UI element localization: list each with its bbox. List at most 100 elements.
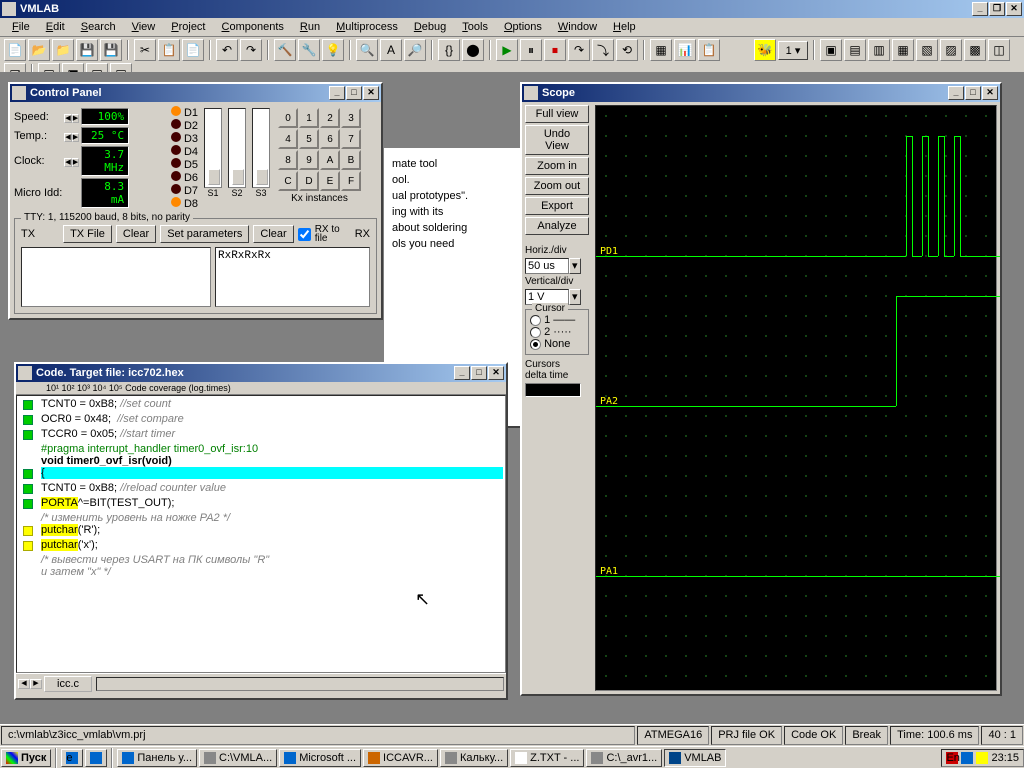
restore-button[interactable]: ❐ <box>989 2 1005 16</box>
cursor2-radio[interactable] <box>530 327 541 338</box>
tb-run[interactable]: ▶ <box>496 39 518 61</box>
menu-tools[interactable]: Tools <box>454 19 496 35</box>
menu-run[interactable]: Run <box>292 19 328 35</box>
tb-v1[interactable]: ▣ <box>820 39 842 61</box>
systray[interactable]: En 23:15 <box>941 749 1024 767</box>
horiz-select[interactable] <box>525 258 569 274</box>
tb-bee[interactable]: 🐝 <box>754 39 776 61</box>
task-1[interactable]: Панель у... <box>117 749 197 767</box>
analyze-button[interactable]: Analyze <box>525 217 589 235</box>
tb-undo[interactable]: ↶ <box>216 39 238 61</box>
rx-textarea[interactable]: RxRxRxRx <box>215 247 370 307</box>
kx-8[interactable]: 8 <box>278 150 298 170</box>
kx-1[interactable]: 1 <box>299 108 319 128</box>
menu-options[interactable]: Options <box>496 19 550 35</box>
tb-messages[interactable]: 📋 <box>698 39 720 61</box>
clock-inc[interactable]: ▶ <box>72 158 79 167</box>
tb-open2[interactable]: 📁 <box>52 39 74 61</box>
task-8[interactable]: VMLAB <box>664 749 726 767</box>
kx-D[interactable]: D <box>299 171 319 191</box>
tb-panel[interactable]: ▦ <box>650 39 672 61</box>
tb-v2[interactable]: ▤ <box>844 39 866 61</box>
rxclear-button[interactable]: Clear <box>253 225 293 243</box>
menu-edit[interactable]: Edit <box>38 19 73 35</box>
code-hscroll[interactable] <box>96 677 504 691</box>
kx-0[interactable]: 0 <box>278 108 298 128</box>
start-button[interactable]: Пуск <box>1 749 51 767</box>
ql-desktop[interactable] <box>85 749 107 767</box>
task-4[interactable]: ICCAVR... <box>363 749 438 767</box>
task-2[interactable]: C:\VMLA... <box>199 749 277 767</box>
txfile-button[interactable]: TX File <box>63 225 112 243</box>
temp-inc[interactable]: ▶ <box>72 133 79 142</box>
tb-build[interactable]: 🔨 <box>274 39 296 61</box>
setparams-button[interactable]: Set parameters <box>160 225 249 243</box>
task-5[interactable]: Кальку... <box>440 749 508 767</box>
tb-goto[interactable]: {} <box>438 39 460 61</box>
menu-help[interactable]: Help <box>605 19 644 35</box>
zoomout-button[interactable]: Zoom out <box>525 177 589 195</box>
menu-window[interactable]: Window <box>550 19 605 35</box>
slider-s3[interactable] <box>252 108 270 188</box>
tb-rebuild[interactable]: 🔧 <box>298 39 320 61</box>
speed-inc[interactable]: ▶ <box>72 114 79 123</box>
rxtofile-checkbox[interactable] <box>298 228 311 241</box>
kx-F[interactable]: F <box>341 171 361 191</box>
tb-v5[interactable]: ▧ <box>916 39 938 61</box>
control-panel-window[interactable]: Control Panel _ □ ✕ Speed: ◀▶ 100% Temp.… <box>8 82 383 320</box>
tray-icon[interactable] <box>961 752 973 764</box>
menu-search[interactable]: Search <box>73 19 124 35</box>
tb-break[interactable]: ⬤ <box>462 39 484 61</box>
scope-max[interactable]: □ <box>965 86 981 100</box>
menu-debug[interactable]: Debug <box>406 19 454 35</box>
tb-scope[interactable]: 📊 <box>674 39 696 61</box>
menu-components[interactable]: Components <box>214 19 292 35</box>
code-close[interactable]: ✕ <box>488 366 504 380</box>
task-7[interactable]: C:\_avr1... <box>586 749 662 767</box>
kx-5[interactable]: 5 <box>299 129 319 149</box>
tb-v8[interactable]: ◫ <box>988 39 1010 61</box>
tb-replace[interactable]: 🔎 <box>404 39 426 61</box>
tb-cut[interactable]: ✂ <box>134 39 156 61</box>
menu-view[interactable]: View <box>124 19 164 35</box>
tray-lang-icon[interactable]: En <box>946 752 958 764</box>
tb-copy[interactable]: 📋 <box>158 39 180 61</box>
undoview-button[interactable]: Undo View <box>525 125 589 155</box>
cp-min[interactable]: _ <box>329 86 345 100</box>
tb-v6[interactable]: ▨ <box>940 39 962 61</box>
kx-2[interactable]: 2 <box>320 108 340 128</box>
tb-pause[interactable]: ⏸ <box>520 39 542 61</box>
scope-window[interactable]: Scope _ □ ✕ Full view Undo View Zoom in … <box>520 82 1002 696</box>
export-button[interactable]: Export <box>525 197 589 215</box>
menu-file[interactable]: File <box>4 19 38 35</box>
tb-find[interactable]: 🔍 <box>356 39 378 61</box>
cursornone-radio[interactable] <box>530 339 541 350</box>
fullview-button[interactable]: Full view <box>525 105 589 123</box>
code-tab[interactable]: icc.c <box>44 676 92 692</box>
tb-open[interactable]: 📂 <box>28 39 50 61</box>
scope-display[interactable]: PD1 PA2 <box>595 105 997 691</box>
tb-new[interactable]: 📄 <box>4 39 26 61</box>
horiz-drop[interactable]: ▾ <box>569 258 581 274</box>
code-min[interactable]: _ <box>454 366 470 380</box>
tb-instance[interactable]: 1 ▾ <box>778 41 808 60</box>
tb-v3[interactable]: ▥ <box>868 39 890 61</box>
menu-project[interactable]: Project <box>163 19 213 35</box>
tb-stepover[interactable]: ⤵ <box>592 39 614 61</box>
tb-redo[interactable]: ↷ <box>240 39 262 61</box>
speed-dec[interactable]: ◀ <box>64 114 71 123</box>
kx-C[interactable]: C <box>278 171 298 191</box>
temp-dec[interactable]: ◀ <box>64 133 71 142</box>
tb-step[interactable]: ↷ <box>568 39 590 61</box>
tb-stop[interactable]: ⏹ <box>544 39 566 61</box>
scope-min[interactable]: _ <box>948 86 964 100</box>
cp-max[interactable]: □ <box>346 86 362 100</box>
kx-B[interactable]: B <box>341 150 361 170</box>
close-button[interactable]: ✕ <box>1006 2 1022 16</box>
cp-close[interactable]: ✕ <box>363 86 379 100</box>
tb-v4[interactable]: ▦ <box>892 39 914 61</box>
minimize-button[interactable]: _ <box>972 2 988 16</box>
kx-4[interactable]: 4 <box>278 129 298 149</box>
kx-E[interactable]: E <box>320 171 340 191</box>
zoomin-button[interactable]: Zoom in <box>525 157 589 175</box>
